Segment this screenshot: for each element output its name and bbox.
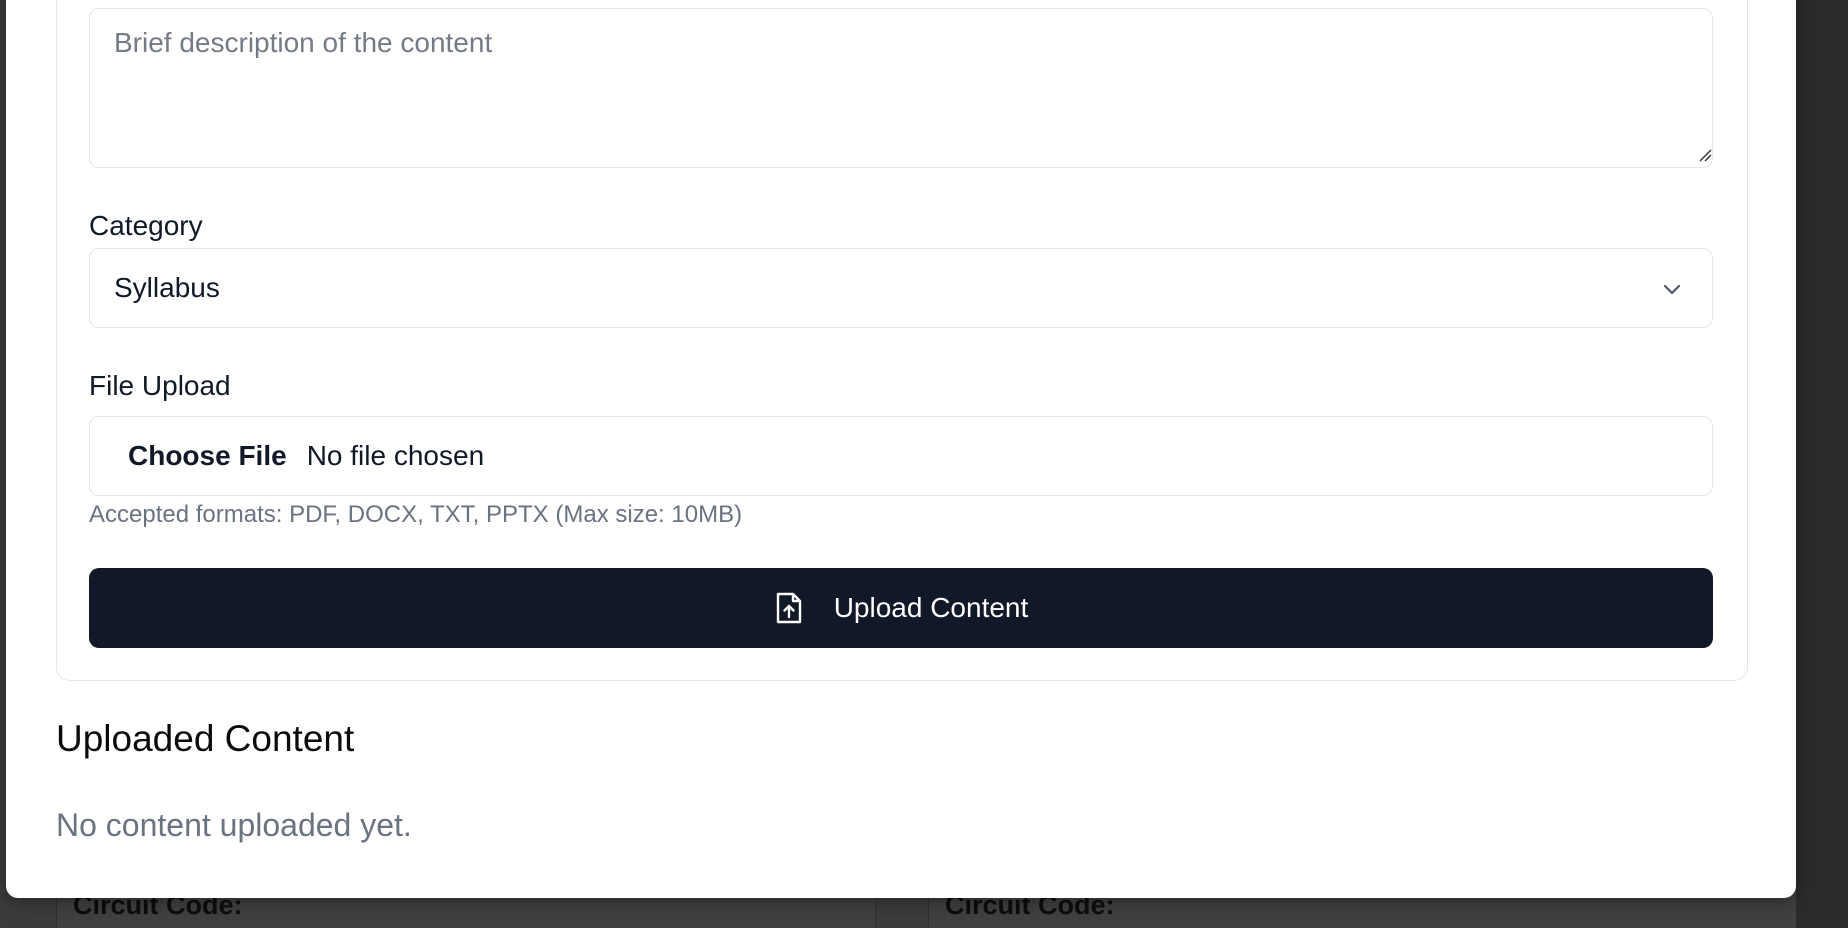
- uploaded-content-heading: Uploaded Content: [56, 718, 355, 759]
- resize-handle-icon[interactable]: [1698, 148, 1712, 162]
- category-selected-value: Syllabus: [114, 272, 220, 303]
- file-status-text: No file chosen: [306, 440, 485, 471]
- category-label: Category: [89, 210, 203, 241]
- choose-file-button[interactable]: Choose File: [128, 440, 287, 472]
- upload-modal: Category Syllabus File Upload Choose Fil…: [6, 0, 1796, 898]
- description-textarea[interactable]: [89, 8, 1713, 168]
- file-upload-label: File Upload: [89, 370, 231, 401]
- empty-state-message: No content uploaded yet.: [56, 807, 412, 843]
- file-format-hint: Accepted formats: PDF, DOCX, TXT, PPTX (…: [89, 501, 743, 528]
- file-upload-icon: [774, 591, 804, 625]
- background-scroll-strip: [1796, 0, 1848, 928]
- upload-content-label: Upload Content: [833, 592, 1029, 623]
- file-input[interactable]: Choose File No file chosen: [89, 416, 1713, 496]
- upload-content-button[interactable]: Upload Content: [89, 568, 1713, 648]
- chevron-down-icon: [1660, 277, 1684, 309]
- category-select[interactable]: Syllabus: [89, 248, 1713, 328]
